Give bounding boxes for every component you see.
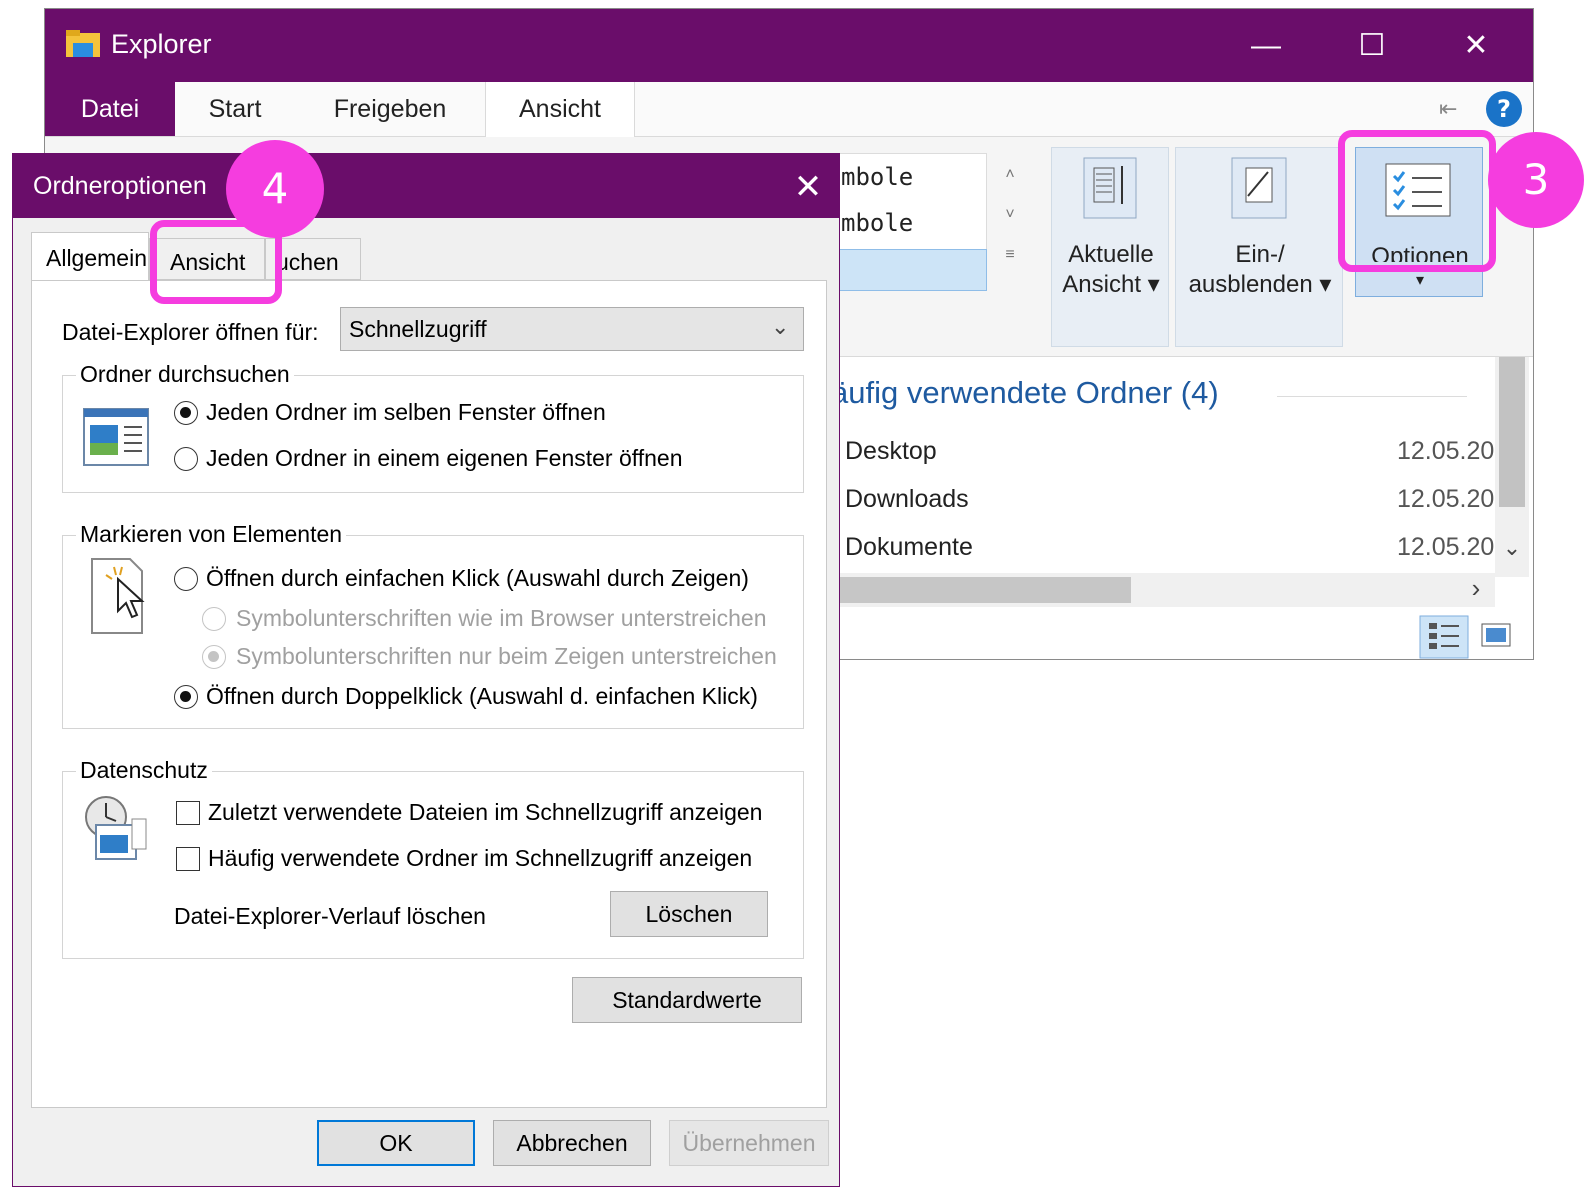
scroll-right-icon[interactable]: › [1461,573,1491,604]
vertical-scrollbar[interactable]: ⌄ [1495,357,1529,577]
show-hide-button[interactable]: Ein-/ ausblenden ▾ [1175,147,1343,347]
ok-button[interactable]: OK [317,1120,475,1166]
list-item-name[interactable]: Desktop [845,437,937,466]
browse-folders-group [62,375,804,493]
scroll-down-icon[interactable]: ⌄ [1499,535,1525,561]
radio-underline-browser-label: Symbolunterschriften wie im Browser unte… [236,605,767,631]
list-item-name[interactable]: Dokumente [845,533,973,562]
click-items-title: Markieren von Elementen [76,521,347,548]
radio-new-window[interactable] [174,447,198,471]
dialog-title: Ordneroptionen [33,172,207,200]
maximize-button[interactable]: ☐ [1337,21,1407,71]
click-cursor-icon [91,558,145,634]
tab-suchen-label: uchen [276,249,339,275]
tab-allgemein-label: Allgemein [46,245,147,271]
tab-datei[interactable]: Datei [45,82,175,136]
radio-single-click[interactable] [174,567,198,591]
browse-folders-title: Ordner durchsuchen [76,361,294,388]
list-item-date: 12.05.20 [1397,437,1495,465]
show-hide-label-1: Ein-/ [1235,241,1285,268]
radio-underline-hover [202,645,226,669]
radio-single-click-label[interactable]: Öffnen durch einfachen Klick (Auswahl du… [206,565,749,592]
radio-underline-hover-label: Symbolunterschriften nur beim Zeigen unt… [236,643,777,669]
tab-ansicht[interactable]: Ansicht [485,82,635,138]
vertical-scroll-thumb[interactable] [1499,357,1525,507]
list-item-date: 12.05.20 [1397,533,1495,561]
minimize-button[interactable]: — [1231,21,1301,71]
explorer-title: Explorer [111,29,212,59]
recent-files-icon [85,796,147,860]
list-item-name[interactable]: Downloads [845,485,969,514]
radio-double-click[interactable] [174,685,198,709]
show-hide-label-2: ausblenden ▾ [1188,271,1332,298]
list-item-date: 12.05.20 [1397,485,1495,513]
current-view-label-2: Ansicht ▾ [1062,271,1160,298]
close-button[interactable]: ✕ [1441,21,1511,71]
large-icons-view-icon[interactable] [1481,623,1511,647]
checkbox-recent-files[interactable] [176,801,200,825]
checkbox-recent-files-label[interactable]: Zuletzt verwendete Dateien im Schnellzug… [208,799,762,826]
radio-same-window[interactable] [174,401,198,425]
checkbox-frequent-folders-label[interactable]: Häufig verwendete Ordner im Schnellzugri… [208,845,752,872]
svg-text:?: ? [1497,95,1511,123]
open-for-label: Datei-Explorer öffnen für: [62,319,319,345]
radio-underline-browser [202,607,226,631]
show-hide-icon [1231,157,1287,219]
apply-button: Übernehmen [669,1120,829,1166]
open-for-value: Schnellzugriff [349,316,487,342]
dialog-titlebar: Ordneroptionen ✕ [13,154,839,218]
open-for-dropdown[interactable]: Schnellzugriff ⌄ [340,307,804,351]
pin-icon[interactable]: ⇤ [1439,96,1469,121]
gallery-item-2[interactable]: mbole [841,209,913,237]
clear-history-button[interactable]: Löschen [610,891,768,937]
gallery-scroll-icon[interactable]: ˄ ˅ ≡ [995,155,1025,295]
radio-double-click-label[interactable]: Öffnen durch Doppelklick (Auswahl d. ein… [206,683,758,710]
folder-icon [66,30,100,57]
current-view-label-1: Aktuelle [1068,241,1154,268]
highlight-options [1338,130,1496,272]
tab-allgemein[interactable]: Allgemein [31,232,149,282]
current-view-icon [1083,157,1137,219]
chevron-down-icon: ⌄ [771,314,790,339]
checkbox-frequent-folders[interactable] [176,847,200,871]
horizontal-scroll-thumb[interactable] [831,577,1131,603]
section-divider [1277,396,1467,397]
horizontal-scrollbar[interactable]: › [831,573,1495,607]
clear-history-label: Datei-Explorer-Verlauf löschen [174,903,486,929]
restore-defaults-button[interactable]: Standardwerte [572,977,802,1023]
cancel-button[interactable]: Abbrechen [493,1120,651,1166]
folder-options-dialog: Ordneroptionen ✕ Allgemein Ansicht uchen… [12,153,840,1187]
explorer-titlebar: Explorer — ☐ ✕ [45,9,1533,82]
section-title: äufig verwendete Ordner (4) [831,375,1219,410]
step-marker-3: 3 [1488,132,1584,228]
gallery-item-1[interactable]: mbole [841,163,913,191]
details-view-icon[interactable] [1419,615,1469,659]
privacy-title: Datenschutz [76,757,212,784]
dialog-close-button[interactable]: ✕ [783,162,833,212]
current-view-button[interactable]: Aktuelle Ansicht ▾ [1051,147,1169,347]
general-tab-panel: Datei-Explorer öffnen für: Schnellzugrif… [31,280,827,1108]
gallery-item-selected[interactable] [832,249,987,291]
ribbon-tab-bar: Datei Start Freigeben Ansicht ⇤ ? [45,82,1533,138]
step-marker-4: 4 [226,140,324,238]
tab-freigeben[interactable]: Freigeben [295,82,485,136]
radio-same-window-label[interactable]: Jeden Ordner im selben Fenster öffnen [206,399,606,426]
tab-start[interactable]: Start [175,82,295,136]
window-icon [83,408,149,466]
help-icon[interactable]: ? [1485,90,1523,128]
radio-new-window-label[interactable]: Jeden Ordner in einem eigenen Fenster öf… [206,445,683,472]
